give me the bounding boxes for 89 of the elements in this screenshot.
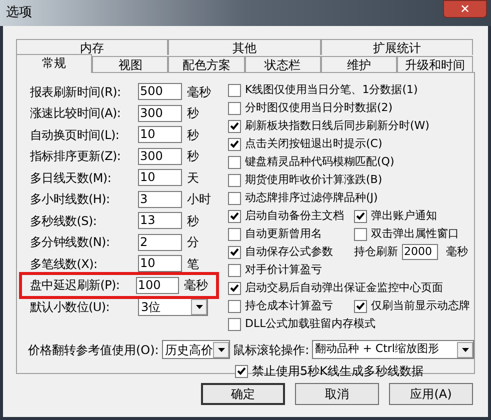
number-input[interactable]: 10 (138, 255, 182, 272)
checkbox[interactable] (235, 364, 248, 378)
field-label: 持仓刷新 (354, 244, 398, 260)
field-label: 鼠标滚轮操作: (233, 342, 310, 358)
dialog-button[interactable]: 取消 (295, 383, 379, 405)
number-input[interactable]: 2 (138, 234, 182, 251)
checkbox[interactable] (228, 120, 241, 132)
field-label: 报表刷新时间(R): (30, 84, 122, 101)
close-button[interactable]: ✕ (443, 0, 487, 18)
checkbox[interactable] (228, 84, 241, 96)
field-label: 指标排序更新(Z): (30, 148, 122, 166)
number-input[interactable]: 3 (138, 190, 182, 208)
checkbox-label: 对手价计算盈亏 (245, 262, 322, 278)
unit-label: 秒 (187, 105, 199, 122)
number-input[interactable]: 10 (138, 126, 182, 144)
checkbox[interactable] (228, 156, 241, 168)
tab[interactable]: 状态栏 (244, 56, 321, 72)
checkbox[interactable] (354, 228, 367, 240)
tab[interactable]: 维护 (320, 56, 397, 72)
checkbox-label: 键盘精灵品种代码模糊匹配(Q) (245, 154, 394, 170)
price-dropdown[interactable]: 历史高价 (162, 340, 230, 359)
decimal-dropdown[interactable]: 3位 (138, 298, 208, 316)
checkbox[interactable] (228, 246, 241, 258)
unit-label: 秒 (187, 212, 199, 230)
checkbox[interactable] (228, 174, 241, 186)
checkbox-label: 持仓成本计算盈亏 (245, 298, 333, 314)
tab[interactable]: 常规 (16, 54, 92, 73)
window-title: 选项 (6, 4, 32, 22)
unit-label: 笔 (187, 256, 199, 273)
checkbox[interactable] (228, 318, 241, 330)
checkbox-label: 刷新板块指数日线后同步刷新分时(W) (245, 118, 430, 134)
number-input[interactable]: 500 (138, 83, 182, 100)
number-input[interactable]: 100 (136, 276, 179, 294)
field-label: 自动换页时间(L): (30, 126, 120, 144)
checkbox-label: 启动交易后自动弹出保证金监控中心页面 (245, 280, 443, 296)
checkbox-label: 期货使用昨收价计算涨跌(B) (245, 172, 382, 188)
field-label: 多小时线数(H): (30, 191, 111, 208)
field-label: 盘中延迟刷新(P): (30, 277, 121, 294)
number-input[interactable]: 13 (138, 212, 182, 230)
unit-label: 秒 (187, 126, 199, 144)
unit-label: 毫秒 (187, 84, 211, 101)
checkbox-label: 弹出账户通知 (371, 208, 437, 224)
field-label: 涨速比较时间(A): (30, 105, 122, 122)
number-input[interactable]: 10 (138, 169, 182, 186)
checkbox-label: DLL公式加载驻留内存模式 (245, 316, 376, 332)
checkbox-label: 动态牌排序过滤停牌品种(J) (245, 190, 378, 206)
checkbox-label: 仅刷当前显示动态牌 (371, 298, 470, 314)
checkbox[interactable] (228, 300, 241, 312)
checkbox-label: 自动保存公式参数 (245, 244, 333, 260)
checkbox-label: 双击弹出属性窗口 (371, 226, 459, 242)
tab[interactable]: 配色方案 (168, 56, 245, 72)
checkbox[interactable] (354, 300, 367, 312)
checkbox[interactable] (228, 192, 241, 204)
unit-label: 小时 (187, 191, 211, 208)
number-input[interactable]: 300 (138, 104, 182, 122)
checkbox-label: 自动更新曾用名 (245, 226, 322, 242)
checkbox[interactable] (228, 228, 241, 240)
tab[interactable]: 升级和时间 (396, 56, 474, 72)
dialog-button[interactable]: 应用(A) (389, 383, 473, 405)
checkbox-label: 禁止使用5秒K线生成多秒线数据 (252, 363, 424, 380)
tab[interactable]: 其他 (168, 39, 321, 55)
field-label: 价格翻转参考值使用(O): (28, 342, 159, 358)
checkbox-label: K线图仅使用当日分笔、1分数据(1) (245, 82, 418, 98)
unit-label: 天 (187, 170, 199, 187)
tab[interactable]: 内存 (16, 39, 168, 55)
checkbox[interactable] (228, 264, 241, 276)
field-label: 多笔线数(X): (30, 256, 98, 273)
wheel-dropdown[interactable]: 翻动品种 + Ctrl缩放图形 (312, 340, 474, 359)
field-label: 多分钟线数(N): (30, 234, 111, 252)
number-input[interactable]: 300 (138, 148, 182, 165)
checkbox[interactable] (228, 282, 241, 294)
checkbox-label: 点击关闭按钮退出时提示(C) (245, 136, 382, 152)
checkbox-label: 启动自动备份主文档 (245, 208, 344, 224)
number-input[interactable]: 2000 (402, 244, 438, 260)
checkbox[interactable] (354, 210, 367, 222)
unit-label: 分 (187, 234, 199, 252)
dialog-button[interactable]: 确定 (201, 383, 285, 405)
tab[interactable]: 扩展统计 (320, 39, 473, 55)
tab[interactable]: 视图 (92, 56, 168, 72)
checkbox[interactable] (228, 210, 241, 222)
checkbox[interactable] (228, 138, 241, 150)
field-label: 多日线天数(M): (30, 170, 112, 187)
checkbox-label: 分时图仅使用当日分时数据(2) (245, 100, 393, 116)
checkbox[interactable] (228, 102, 241, 114)
unit-label: 秒 (187, 148, 199, 166)
unit-label: 毫秒 (184, 277, 208, 294)
field-label: 多秒线数(S): (30, 212, 98, 230)
unit-label: 毫秒 (446, 244, 468, 260)
field-label: 默认小数位(U): (30, 298, 110, 316)
